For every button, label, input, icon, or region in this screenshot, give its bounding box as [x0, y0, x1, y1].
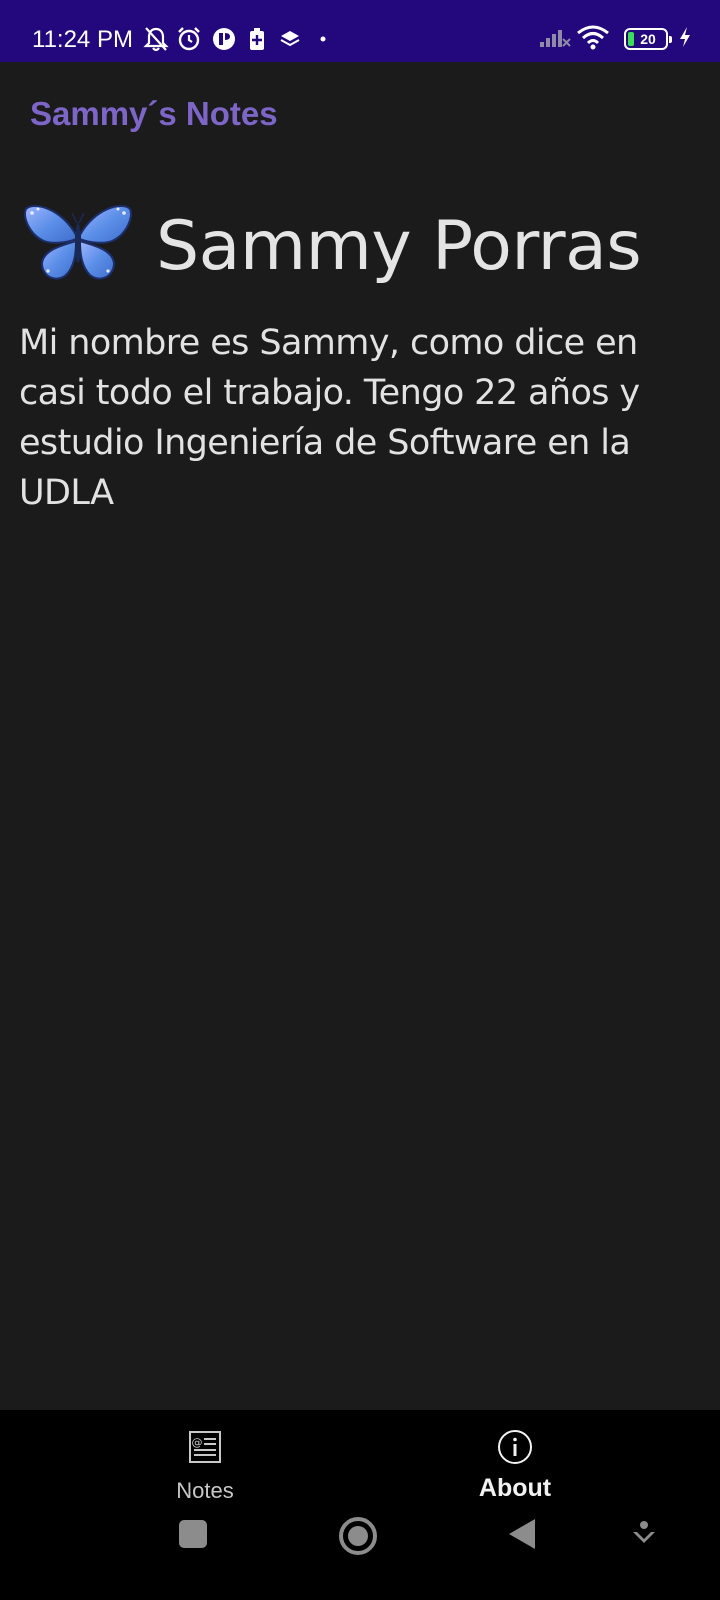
profile-header: Sammy Porras — [22, 196, 642, 296]
app-title: Sammy´s Notes — [30, 95, 278, 132]
status-left-icons — [143, 25, 327, 53]
hide-keyboard-icon[interactable] — [628, 1514, 660, 1554]
back-triangle-icon[interactable] — [502, 1514, 542, 1554]
battery-icon: 20 — [624, 28, 672, 50]
battery-level: 20 — [640, 31, 656, 47]
butterfly-icon — [22, 201, 134, 291]
info-icon — [496, 1428, 534, 1466]
system-nav-bar — [0, 1500, 720, 1600]
recents-square-icon[interactable] — [173, 1514, 213, 1554]
status-bar: 11:24 PM 20 — [0, 0, 720, 62]
app-circle-icon — [211, 26, 237, 52]
alarm-icon — [175, 25, 203, 53]
wifi-icon — [576, 24, 610, 54]
nav-label-about: About — [478, 1474, 552, 1502]
status-time: 11:24 PM — [32, 26, 133, 53]
dot-icon — [319, 35, 327, 43]
bell-off-icon — [143, 25, 169, 53]
profile-name: Sammy Porras — [156, 206, 642, 286]
battery-saver-icon — [247, 26, 267, 52]
battery-fill — [628, 32, 634, 46]
svg-text:@: @ — [192, 1436, 203, 1449]
home-circle-icon[interactable] — [336, 1514, 380, 1558]
profile-bio: Mi nombre es Sammy, como dice en casi to… — [19, 323, 640, 513]
layers-icon — [279, 28, 301, 50]
cellular-signal-icon — [538, 25, 572, 53]
notes-icon: @ — [187, 1428, 223, 1466]
battery-tip — [669, 36, 672, 43]
status-right-icons: 20 — [538, 25, 692, 53]
charging-bolt-icon — [678, 26, 692, 52]
